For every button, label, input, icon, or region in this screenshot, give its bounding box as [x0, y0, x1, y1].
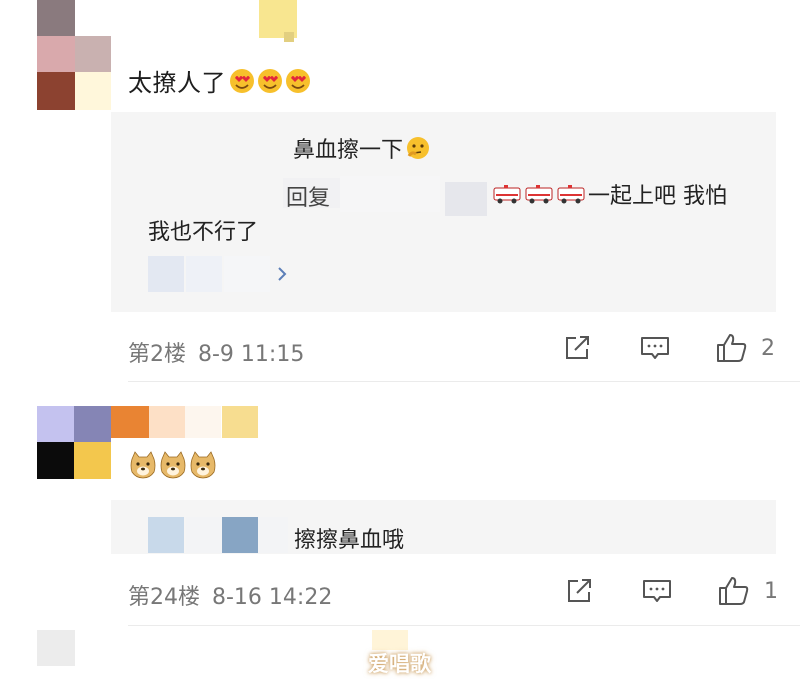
floor-number: 第2楼: [128, 342, 186, 367]
share-icon[interactable]: [561, 332, 595, 364]
avatar-mosaic: [37, 36, 75, 72]
username-mosaic: [148, 517, 184, 553]
reply-line: 鼻血擦一下: [293, 132, 431, 167]
watermark: 爱唱歌: [368, 652, 431, 676]
avatar-mosaic: [75, 36, 111, 72]
comment-icon[interactable]: [640, 575, 674, 607]
reply-text: 鼻血擦一下: [293, 138, 404, 163]
divider: [128, 625, 800, 626]
reply-line: 擦擦鼻血哦: [294, 528, 405, 553]
ambulance-emoji: [492, 181, 588, 213]
share-icon[interactable]: [563, 575, 597, 607]
username-mosaic: [222, 406, 258, 438]
chevron-right-icon[interactable]: [272, 262, 292, 286]
comment-body: 太撩人了: [128, 69, 226, 97]
reply-line: 我也不行了: [148, 220, 259, 245]
username-mosaic: [111, 406, 149, 438]
reply-line: 一起上吧 我怕: [492, 178, 727, 213]
avatar-mosaic: [37, 0, 75, 36]
avatar-mosaic: [37, 630, 75, 666]
thumbs-up-icon[interactable]: [714, 330, 750, 366]
username-mosaic: [185, 406, 221, 438]
timestamp: 8-16 14:22: [212, 585, 333, 610]
timestamp: 8-9 11:15: [198, 342, 305, 367]
like-count: 2: [761, 336, 775, 361]
reply-prefix: 回复: [286, 186, 331, 211]
username-mosaic: [224, 256, 270, 292]
username-mosaic: [340, 176, 440, 212]
username-mosaic: [186, 517, 222, 553]
like-count: 1: [764, 579, 778, 604]
username-mosaic: [148, 256, 184, 292]
username-mosaic: [186, 256, 222, 292]
avatar-mosaic: [75, 72, 111, 110]
comment-icon[interactable]: [638, 332, 672, 364]
username-mosaic: [258, 517, 288, 553]
username-mosaic: [222, 517, 258, 553]
avatar-mosaic: [37, 406, 74, 442]
comment-text: 太撩人了: [128, 63, 312, 102]
divider: [128, 381, 800, 382]
comment-meta: 第2楼 8-9 11:15: [128, 336, 304, 368]
comment-text: [128, 450, 218, 486]
heart-eyes-emoji: [228, 66, 312, 102]
floor-number: 第24楼: [128, 585, 200, 610]
thinking-emoji: [405, 135, 431, 167]
reply-text: 一起上吧 我怕: [588, 184, 727, 209]
thumbs-up-icon[interactable]: [716, 573, 752, 609]
doge-emoji: [128, 450, 218, 486]
username-mosaic: [284, 32, 294, 42]
avatar-mosaic: [37, 442, 74, 479]
username-mosaic: [149, 406, 185, 438]
avatar-mosaic: [37, 72, 75, 110]
avatar-mosaic: [74, 406, 111, 442]
username-mosaic: [445, 182, 487, 216]
avatar-mosaic: [74, 442, 111, 479]
username-mosaic: [372, 630, 408, 650]
comment-meta: 第24楼 8-16 14:22: [128, 579, 332, 611]
